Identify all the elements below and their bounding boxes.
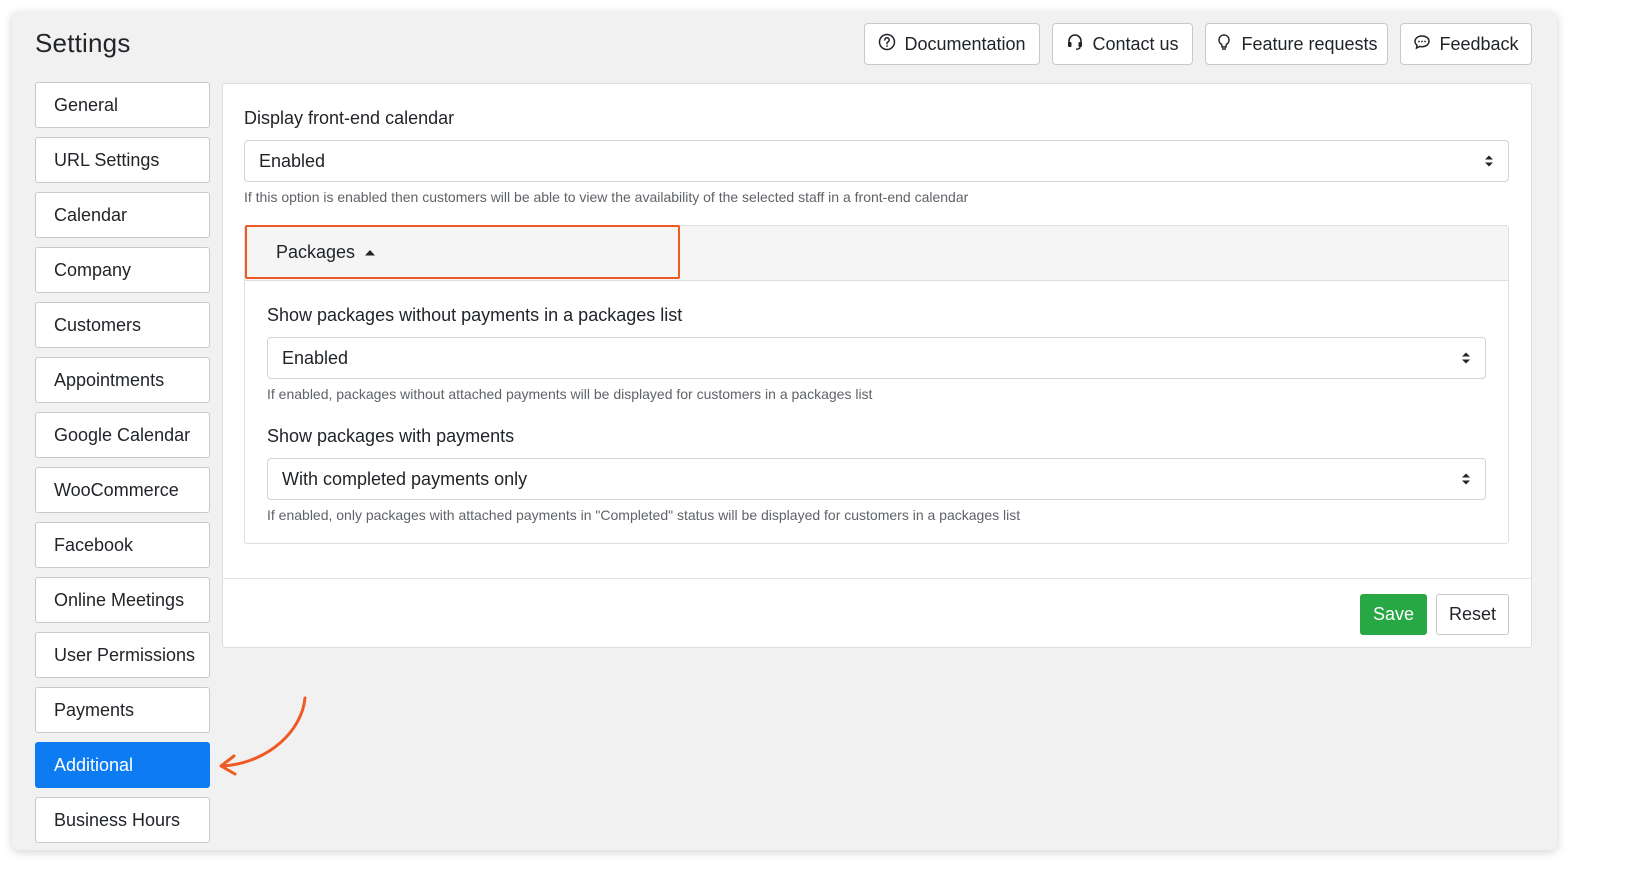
- documentation-button[interactable]: Documentation: [864, 23, 1040, 65]
- headset-icon: [1066, 33, 1084, 56]
- sidebar-item-appointments[interactable]: Appointments: [35, 357, 210, 403]
- sidebar-item-label: Customers: [54, 314, 142, 335]
- without-payments-select[interactable]: Enabled: [267, 337, 1486, 379]
- sidebar-item-label: Facebook: [54, 534, 134, 555]
- select-arrows-icon: [1462, 473, 1470, 485]
- sidebar-item-user-permissions[interactable]: User Permissions: [35, 632, 210, 678]
- lightbulb-icon: [1215, 33, 1233, 56]
- sidebar-item-label: Calendar: [54, 204, 128, 225]
- sidebar-item-label: General: [54, 94, 119, 115]
- with-payments-select[interactable]: With completed payments only: [267, 458, 1486, 500]
- sidebar-item-label: Additional: [54, 754, 134, 775]
- sidebar-item-woocommerce[interactable]: WooCommerce: [35, 467, 210, 513]
- select-value: Enabled: [282, 347, 349, 368]
- sidebar-item-label: Company: [54, 259, 132, 280]
- sidebar-item-business-hours[interactable]: Business Hours: [35, 797, 210, 843]
- documentation-label: Documentation: [904, 33, 1026, 54]
- sidebar-item-calendar[interactable]: Calendar: [35, 192, 210, 238]
- without-payments-help: If enabled, packages without attached pa…: [267, 386, 873, 402]
- question-circle-icon: [878, 33, 896, 56]
- without-payments-label: Show packages without payments in a pack…: [267, 305, 683, 325]
- select-arrows-icon: [1485, 155, 1493, 167]
- packages-toggle-label: Packages: [276, 242, 356, 262]
- sidebar-item-label: WooCommerce: [54, 479, 179, 500]
- contact-us-button[interactable]: Contact us: [1052, 23, 1193, 65]
- feedback-button[interactable]: Feedback: [1400, 23, 1532, 65]
- sidebar-item-label: Appointments: [54, 369, 165, 390]
- with-payments-label: Show packages with payments: [267, 426, 515, 446]
- select-arrows-icon: [1462, 352, 1470, 364]
- save-button[interactable]: Save: [1360, 594, 1427, 635]
- sidebar-item-online-meetings[interactable]: Online Meetings: [35, 577, 210, 623]
- sidebar-item-general[interactable]: General: [35, 82, 210, 128]
- panel-footer-divider: [222, 578, 1532, 579]
- packages-toggle[interactable]: Packages: [276, 242, 376, 263]
- frontend-calendar-select[interactable]: Enabled: [244, 140, 1509, 182]
- sidebar-item-label: Payments: [54, 699, 135, 720]
- feedback-label: Feedback: [1439, 33, 1519, 54]
- sidebar-item-company[interactable]: Company: [35, 247, 210, 293]
- caret-up-icon: [365, 250, 376, 256]
- contact-us-label: Contact us: [1092, 33, 1179, 54]
- sidebar-item-label: Online Meetings: [54, 589, 185, 610]
- sidebar-item-google-calendar[interactable]: Google Calendar: [35, 412, 210, 458]
- sidebar-item-payments[interactable]: Payments: [35, 687, 210, 733]
- sidebar-item-facebook[interactable]: Facebook: [35, 522, 210, 568]
- chat-bubble-icon: [1413, 33, 1431, 56]
- sidebar-item-label: URL Settings: [54, 149, 160, 170]
- sidebar-item-label: Business Hours: [54, 809, 181, 830]
- select-value: With completed payments only: [282, 468, 528, 489]
- feature-requests-button[interactable]: Feature requests: [1205, 23, 1388, 65]
- frontend-calendar-label: Display front-end calendar: [244, 108, 455, 128]
- sidebar-item-customers[interactable]: Customers: [35, 302, 210, 348]
- reset-button[interactable]: Reset: [1436, 594, 1509, 635]
- packages-header: [245, 226, 1508, 281]
- with-payments-help: If enabled, only packages with attached …: [267, 507, 1021, 523]
- select-value: Enabled: [259, 150, 326, 171]
- page-title: Settings: [35, 28, 131, 58]
- sidebar-item-label: User Permissions: [54, 644, 196, 665]
- feature-requests-label: Feature requests: [1241, 33, 1378, 54]
- sidebar-item-url-settings[interactable]: URL Settings: [35, 137, 210, 183]
- sidebar-item-label: Google Calendar: [54, 424, 191, 445]
- sidebar-item-additional[interactable]: Additional: [35, 742, 210, 788]
- frontend-calendar-help: If this option is enabled then customers…: [244, 189, 969, 205]
